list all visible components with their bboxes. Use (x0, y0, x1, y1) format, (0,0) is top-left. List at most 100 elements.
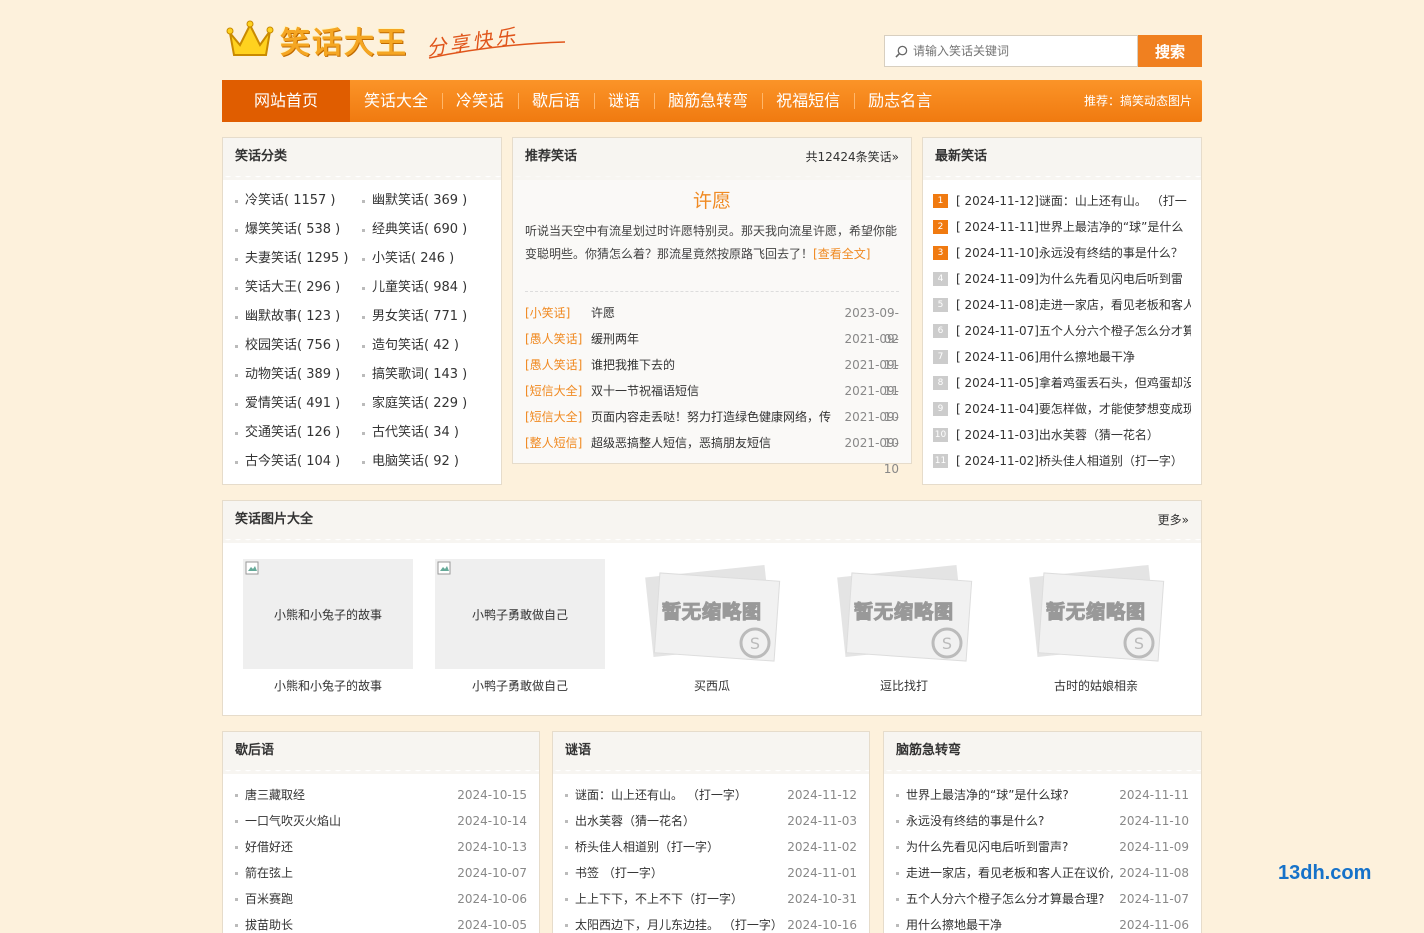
recommend-tag-link[interactable]: [小笑话] (525, 300, 591, 326)
crown-icon (226, 20, 274, 56)
recommend-tag-link[interactable]: [愚人笑话] (525, 352, 591, 378)
picture-caption[interactable]: 古时的姑娘相亲 (1011, 677, 1181, 694)
recommend-title-link[interactable]: 许愿 (591, 300, 833, 326)
category-link[interactable]: 造句笑话( 42 ) (362, 331, 489, 360)
picture-card[interactable]: 小熊和小兔子的故事 小熊和小兔子的故事 (243, 559, 413, 694)
category-link[interactable]: 交通笑话( 126 ) (235, 418, 362, 447)
list-item-link[interactable]: 拔苗助长 (235, 912, 457, 933)
nav-greetings[interactable]: 祝福短信 (762, 80, 854, 122)
picture-card[interactable]: 小鸭子勇敢做自己 小鸭子勇敢做自己 (435, 559, 605, 694)
list-item-link[interactable]: 一口气吹灭火焰山 (235, 808, 457, 834)
category-link[interactable]: 搞笑歌词( 143 ) (362, 360, 489, 389)
picture-caption[interactable]: 买西瓜 (627, 677, 797, 694)
list-item-link[interactable]: 谜面：山上还有山。 （打一字） (565, 782, 787, 808)
category-link[interactable]: 经典笑话( 690 ) (362, 215, 489, 244)
search-input[interactable] (913, 44, 1133, 58)
category-link[interactable]: 动物笑话( 389 ) (235, 360, 362, 389)
nav-xiehouyu[interactable]: 歇后语 (518, 80, 594, 122)
recommend-tag-link[interactable]: [整人短信] (525, 430, 591, 456)
list-item-link[interactable]: 为什么先看见闪电后听到雷声? (896, 834, 1119, 860)
recommend-date: 2021-09-10 (844, 436, 899, 476)
list-item: 桥头佳人相道别（打一字） 2024-11-02 (565, 834, 857, 860)
latest-joke-link[interactable]: [ 2024-11-09]为什么先看见闪电后听到雷 (956, 266, 1183, 292)
category-link[interactable]: 家庭笑话( 229 ) (362, 389, 489, 418)
latest-joke-link[interactable]: [ 2024-11-11]世界上最洁净的“球”是什么 (956, 214, 1183, 240)
category-link[interactable]: 夫妻笑话( 1295 ) (235, 244, 362, 273)
picture-card[interactable]: S 暂无缩略图古时的姑娘相亲 (1011, 559, 1181, 694)
picture-caption[interactable]: 小鸭子勇敢做自己 (435, 677, 605, 694)
recommend-title-link[interactable]: 谁把我推下去的 (591, 352, 833, 378)
picture-thumbnail[interactable]: 小熊和小兔子的故事 (243, 559, 413, 669)
latest-joke-link[interactable]: [ 2024-11-10]永远没有终结的事是什么？ (956, 240, 1183, 266)
list-item-link[interactable]: 太阳西边下，月儿东边挂。 （打一字） (565, 912, 787, 933)
latest-joke-link[interactable]: [ 2024-11-05]拿着鸡蛋丢石头，但鸡蛋却没 (956, 370, 1191, 396)
category-link[interactable]: 小笑话( 246 ) (362, 244, 489, 273)
picture-thumbnail[interactable]: S 暂无缩略图 (819, 559, 989, 669)
joke-count-link[interactable]: 共12424条笑话» (805, 138, 899, 176)
pictures-more-link[interactable]: 更多» (1158, 501, 1189, 539)
picture-thumbnail[interactable]: 小鸭子勇敢做自己 (435, 559, 605, 669)
nav-cold-jokes[interactable]: 冷笑话 (442, 80, 518, 122)
list-item-date: 2024-10-16 (787, 918, 857, 932)
svg-text:S: S (1134, 634, 1144, 653)
latest-joke-link[interactable]: [ 2024-11-12]谜面：山上还有山。 （打一 (956, 188, 1187, 214)
category-link[interactable]: 幽默笑话( 369 ) (362, 186, 489, 215)
category-link[interactable]: 校园笑话( 756 ) (235, 331, 362, 360)
nav-riddles[interactable]: 谜语 (594, 80, 654, 122)
recommend-title-link[interactable]: 页面内容走丢哒！努力打造绿色健康网络，传 (591, 404, 833, 430)
nav-brain-teasers[interactable]: 脑筋急转弯 (654, 80, 762, 122)
category-link[interactable]: 冷笑话( 1157 ) (235, 186, 362, 215)
recommend-tag-link[interactable]: [短信大全] (525, 378, 591, 404)
category-link[interactable]: 电脑笑话( 92 ) (362, 447, 489, 476)
list-item-link[interactable]: 百米赛跑 (235, 886, 457, 912)
read-more-link[interactable]: [查看全文] (813, 247, 870, 261)
recommend-panel: 推荐笑话 共12424条笑话» 许愿 听说当天空中有流星划过时许愿特别灵。那天我… (512, 137, 912, 476)
category-link[interactable]: 古今笑话( 104 ) (235, 447, 362, 476)
list-item-link[interactable]: 走进一家店，看见老板和客人正在议价, (896, 860, 1119, 886)
featured-joke-title[interactable]: 许愿 (513, 186, 911, 216)
latest-joke-link[interactable]: [ 2024-11-07]五个人分六个橙子怎么分才算 (956, 318, 1191, 344)
list-item-link[interactable]: 用什么擦地最干净 (896, 912, 1119, 933)
recommend-tag-link[interactable]: [愚人笑话] (525, 326, 591, 352)
list-item-link[interactable]: 上上下下，不上不下（打一字） (565, 886, 787, 912)
nav-quotes[interactable]: 励志名言 (854, 80, 946, 122)
nav-home[interactable]: 网站首页 (222, 80, 350, 122)
search-button[interactable]: 搜索 (1138, 35, 1202, 67)
list-item-link[interactable]: 五个人分六个橙子怎么分才算最合理? (896, 886, 1119, 912)
list-item-link[interactable]: 箭在弦上 (235, 860, 457, 886)
category-link[interactable]: 爆笑笑话( 538 ) (235, 215, 362, 244)
latest-joke-link[interactable]: [ 2024-11-04]要怎样做，才能使梦想变成现 (956, 396, 1191, 422)
list-item-link[interactable]: 出水芙蓉（猜一花名） (565, 808, 787, 834)
picture-caption[interactable]: 逗比找打 (819, 677, 989, 694)
category-link[interactable]: 古代笑话( 34 ) (362, 418, 489, 447)
category-link[interactable]: 儿童笑话( 984 ) (362, 273, 489, 302)
list-item-date: 2024-11-02 (787, 840, 857, 854)
list-item-link[interactable]: 世界上最洁净的“球”是什么球? (896, 782, 1119, 808)
list-item-link[interactable]: 桥头佳人相道别（打一字） (565, 834, 787, 860)
category-link[interactable]: 爱情笑话( 491 ) (235, 389, 362, 418)
latest-joke-link[interactable]: [ 2024-11-03]出水芙蓉（猜一花名） (956, 422, 1159, 448)
category-link[interactable]: 笑话大王( 296 ) (235, 273, 362, 302)
picture-card[interactable]: S 暂无缩略图逗比找打 (819, 559, 989, 694)
picture-thumbnail[interactable]: S 暂无缩略图 (1011, 559, 1181, 669)
list-item-link[interactable]: 唐三藏取经 (235, 782, 457, 808)
latest-joke-link[interactable]: [ 2024-11-02]桥头佳人相道别（打一字） (956, 448, 1183, 474)
recommend-title-link[interactable]: 双十一节祝福语短信 (591, 378, 833, 404)
recommend-title-link[interactable]: 超级恶搞整人短信，恶搞朋友短信 (591, 430, 833, 456)
picture-card[interactable]: S 暂无缩略图买西瓜 (627, 559, 797, 694)
list-item-link[interactable]: 好借好还 (235, 834, 457, 860)
picture-thumbnail[interactable]: S 暂无缩略图 (627, 559, 797, 669)
nav-jokes[interactable]: 笑话大全 (350, 80, 442, 122)
latest-joke-link[interactable]: [ 2024-11-06]用什么擦地最干净 (956, 344, 1135, 370)
list-item-link[interactable]: 永远没有终结的事是什么? (896, 808, 1119, 834)
recommend-title-link[interactable]: 缓刑两年 (591, 326, 833, 352)
header: 笑话大王 分享快乐 搜索 (222, 0, 1202, 80)
featured-joke-body: 听说当天空中有流星划过时许愿特别灵。那天我向流星许愿，希望你能变聪明些。你猜怎么… (525, 216, 899, 292)
category-link[interactable]: 幽默故事( 123 ) (235, 302, 362, 331)
list-item-link[interactable]: 书签 （打一字） (565, 860, 787, 886)
picture-caption[interactable]: 小熊和小兔子的故事 (243, 677, 413, 694)
recommend-tag-link[interactable]: [短信大全] (525, 404, 591, 430)
latest-joke-link[interactable]: [ 2024-11-08]走进一家店，看见老板和客人 (956, 292, 1191, 318)
nav-recommend-link[interactable]: 推荐：搞笑动态图片 (1084, 80, 1192, 122)
category-link[interactable]: 男女笑话( 771 ) (362, 302, 489, 331)
